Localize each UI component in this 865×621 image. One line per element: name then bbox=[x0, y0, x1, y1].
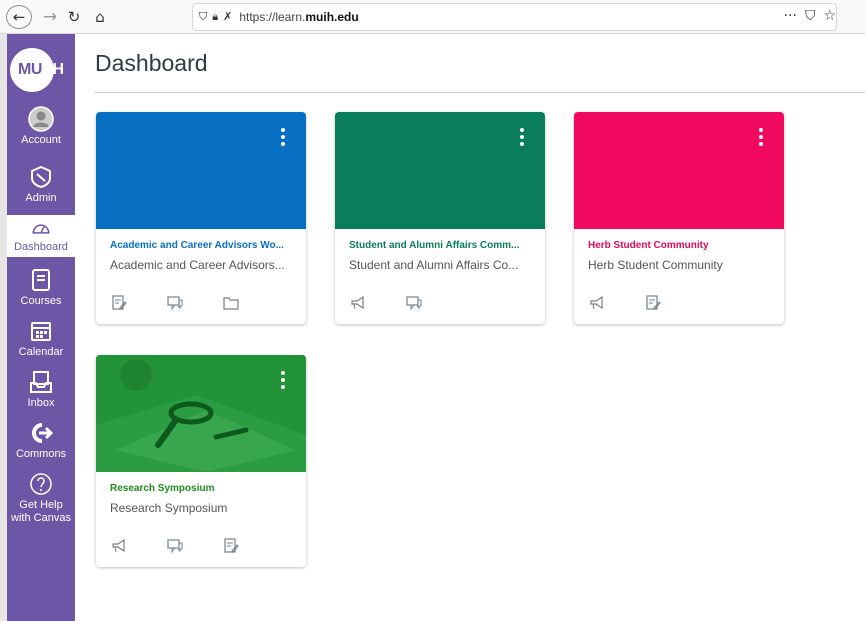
bookmark-star-icon[interactable]: ☆ bbox=[823, 8, 836, 24]
page-title: Dashboard bbox=[95, 50, 208, 76]
help-question-icon bbox=[30, 473, 52, 495]
card-hero[interactable] bbox=[96, 355, 306, 472]
window-edge bbox=[0, 34, 7, 621]
courses-book-icon bbox=[32, 269, 50, 291]
inbox-icon bbox=[30, 371, 52, 393]
files-icon[interactable] bbox=[222, 294, 240, 312]
card-hero[interactable] bbox=[574, 112, 784, 229]
discussions-icon[interactable] bbox=[405, 294, 423, 312]
header-divider bbox=[95, 92, 865, 93]
course-card-research-symposium[interactable]: Research Symposium Research Symposium bbox=[96, 355, 306, 567]
card-title[interactable]: Herb Student Community bbox=[588, 240, 778, 251]
discussions-icon[interactable] bbox=[166, 537, 184, 555]
global-navigation: MU IH Account Admin Dashboard Courses Ca… bbox=[7, 34, 75, 621]
url-text: https://learn.muih.edu bbox=[239, 10, 359, 24]
assignments-icon[interactable] bbox=[222, 537, 240, 555]
nav-item-calendar[interactable]: Calendar bbox=[7, 318, 75, 359]
browser-toolbar: ← → ↻ ⌂ ⛉ 🔒︎ ✗ https://learn.muih.edu ··… bbox=[0, 0, 865, 34]
nav-item-commons[interactable]: Commons bbox=[7, 420, 75, 461]
card-hero[interactable] bbox=[335, 112, 545, 229]
card-title[interactable]: Student and Alumni Affairs Comm... bbox=[349, 240, 539, 251]
home-icon[interactable]: ⌂ bbox=[90, 5, 110, 29]
course-card-academic-advisors[interactable]: Academic and Career Advisors Wo... Acade… bbox=[96, 112, 306, 324]
nav-item-inbox[interactable]: Inbox bbox=[7, 369, 75, 410]
back-arrow-icon[interactable]: ← bbox=[6, 5, 32, 29]
commons-icon bbox=[32, 423, 54, 443]
shield-icon: ⛉ bbox=[199, 10, 208, 23]
lock-icon: 🔒︎ bbox=[212, 10, 219, 23]
nav-item-courses[interactable]: Courses bbox=[7, 267, 75, 308]
discussions-icon[interactable] bbox=[166, 294, 184, 312]
card-subtitle: Herb Student Community bbox=[588, 258, 723, 272]
more-actions-icon[interactable]: ··· bbox=[784, 8, 797, 24]
course-card-student-alumni[interactable]: Student and Alumni Affairs Comm... Stude… bbox=[335, 112, 545, 324]
card-title[interactable]: Research Symposium bbox=[110, 483, 300, 494]
address-bar[interactable]: ⛉ 🔒︎ ✗ https://learn.muih.edu ··· ⛉ ☆ bbox=[192, 3, 837, 31]
shield-admin-icon bbox=[31, 165, 51, 189]
blocked-media-icon: ✗ bbox=[223, 10, 233, 23]
card-subtitle: Research Symposium bbox=[110, 501, 228, 515]
calendar-icon bbox=[31, 322, 51, 341]
institution-logo[interactable]: MU IH bbox=[10, 48, 70, 92]
nav-item-admin[interactable]: Admin bbox=[7, 164, 75, 205]
assignments-icon[interactable] bbox=[644, 294, 662, 312]
card-hero[interactable] bbox=[96, 112, 306, 229]
announcements-icon[interactable] bbox=[110, 537, 128, 555]
card-options-icon[interactable] bbox=[758, 128, 764, 148]
nav-item-dashboard[interactable]: Dashboard bbox=[7, 215, 75, 257]
dashboard-options-icon[interactable]: ⋮ bbox=[859, 49, 865, 65]
forward-arrow-icon[interactable]: → bbox=[40, 5, 60, 29]
reload-icon[interactable]: ↻ bbox=[64, 5, 84, 29]
nav-item-help[interactable]: Get Help with Canvas bbox=[7, 471, 75, 525]
announcements-icon[interactable] bbox=[588, 294, 606, 312]
assignments-icon[interactable] bbox=[110, 294, 128, 312]
magnifier-book-image bbox=[96, 355, 306, 472]
account-avatar-icon bbox=[28, 106, 54, 132]
card-subtitle: Academic and Career Advisors... bbox=[110, 258, 285, 272]
card-options-icon[interactable] bbox=[519, 128, 525, 148]
course-card-herb-student[interactable]: Herb Student Community Herb Student Comm… bbox=[574, 112, 784, 324]
nav-item-account[interactable]: Account bbox=[7, 106, 75, 147]
card-options-icon[interactable] bbox=[280, 371, 286, 391]
pocket-icon[interactable]: ⛉ bbox=[805, 8, 816, 24]
card-options-icon[interactable] bbox=[280, 128, 286, 148]
dashboard-gauge-icon bbox=[32, 224, 50, 234]
card-subtitle: Student and Alumni Affairs Co... bbox=[349, 258, 519, 272]
announcements-icon[interactable] bbox=[349, 294, 367, 312]
card-title[interactable]: Academic and Career Advisors Wo... bbox=[110, 240, 300, 251]
